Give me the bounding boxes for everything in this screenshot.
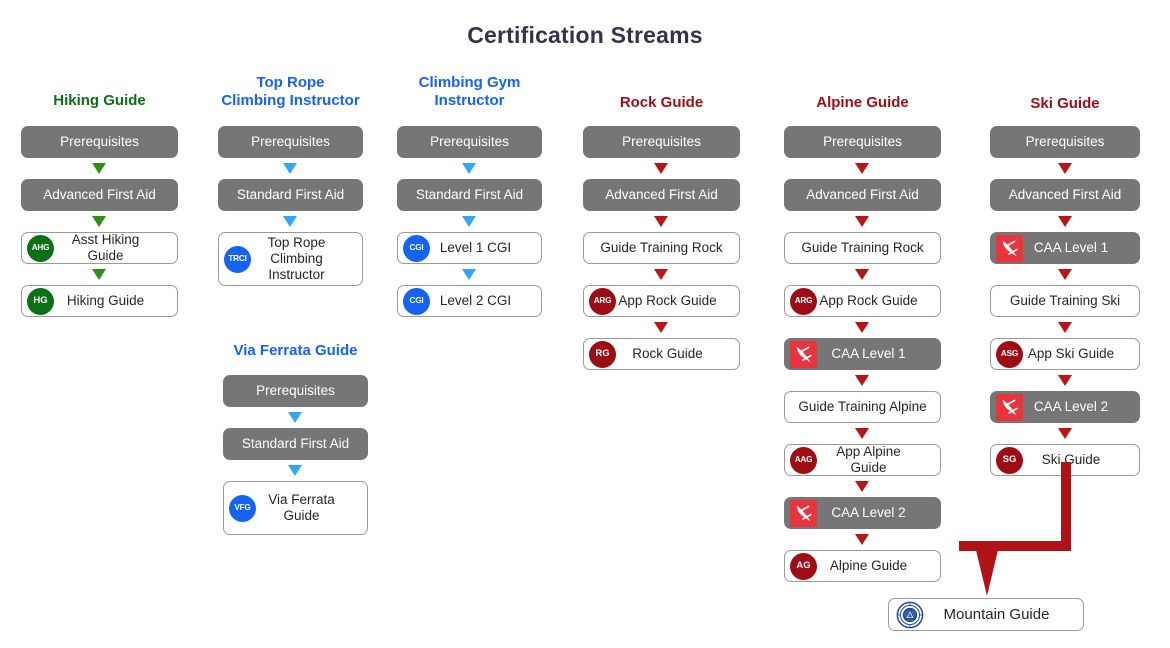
node-via-ferrata-guide-3[interactable]: VFG Via Ferrata Guide	[223, 481, 368, 535]
node-label: Standard First Aid	[241, 436, 350, 452]
node-mountain-guide[interactable]: Mountain Guide	[888, 598, 1084, 631]
flow-arrow-icon	[288, 412, 302, 423]
connector-arrowhead-mountain-guide	[975, 546, 999, 596]
node-via-ferrata-guide-1[interactable]: Prerequisites	[223, 375, 368, 407]
connector-vertical-ski	[1061, 462, 1071, 551]
node-label: Via Ferrata Guide	[268, 492, 335, 523]
node-via-ferrata-guide-2[interactable]: Standard First Aid	[223, 428, 368, 460]
flow-arrow-icon	[288, 465, 302, 476]
credential-badge-icon: VFG	[229, 494, 256, 522]
stream-title-via-ferrata-guide: Via Ferrata Guide	[233, 342, 358, 359]
diagram-canvas: Certification Streams Hiking Guide Prereq…	[0, 0, 1170, 648]
node-label: Mountain Guide	[943, 605, 1050, 623]
acmg-seal-icon	[896, 601, 924, 629]
node-label: Prerequisites	[256, 383, 335, 399]
